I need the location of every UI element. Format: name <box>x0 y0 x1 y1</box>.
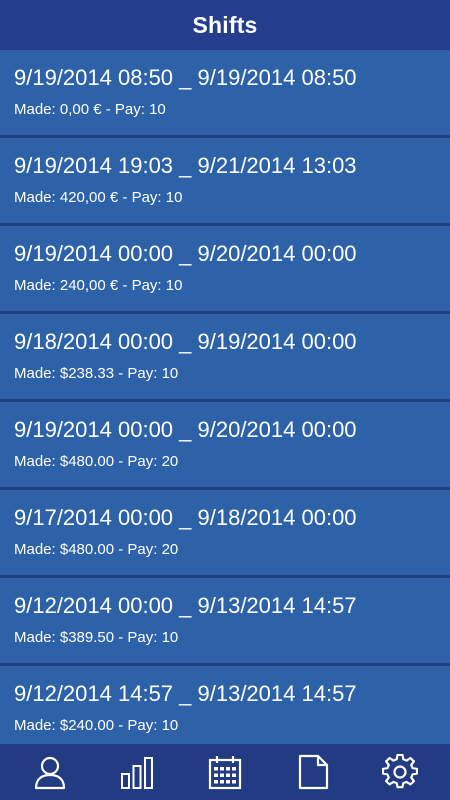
shift-earnings: Made: $240.00 - Pay: 10 <box>14 717 179 734</box>
page-title: Shifts <box>192 11 258 38</box>
shift-item[interactable]: 9/19/2014 08:50 _ 9/19/2014 08:50 Made: … <box>0 50 450 138</box>
shift-item[interactable]: 9/19/2014 19:03 _ 9/21/2014 13:03 Made: … <box>0 138 450 226</box>
document-icon <box>298 754 328 790</box>
shift-date-range: 9/19/2014 19:03 _ 9/21/2014 13:03 <box>14 153 357 178</box>
gear-icon <box>382 754 419 789</box>
shift-earnings: Made: 420,00 € - Pay: 10 <box>14 189 183 206</box>
shift-earnings: Made: $389.50 - Pay: 10 <box>14 629 179 646</box>
shift-date-range: 9/19/2014 08:50 _ 9/19/2014 08:50 <box>14 65 357 90</box>
shift-item[interactable]: 9/19/2014 00:00 _ 9/20/2014 00:00 Made: … <box>0 226 450 314</box>
person-icon <box>34 756 65 790</box>
shift-earnings: Made: $238.33 - Pay: 10 <box>14 365 179 382</box>
bar-chart-icon <box>121 757 154 789</box>
shift-item[interactable]: 9/12/2014 14:57 _ 9/13/2014 14:57 Made: … <box>0 666 450 744</box>
shift-date-range: 9/19/2014 00:00 _ 9/20/2014 00:00 <box>14 241 357 266</box>
shift-earnings: Made: 240,00 € - Pay: 10 <box>14 277 183 294</box>
shift-earnings: Made: $480.00 - Pay: 20 <box>14 541 179 558</box>
tab-reports[interactable] <box>283 744 343 800</box>
tab-profile[interactable] <box>20 744 80 800</box>
shift-item[interactable]: 9/17/2014 00:00 _ 9/18/2014 00:00 Made: … <box>0 490 450 578</box>
shift-item[interactable]: 9/18/2014 00:00 _ 9/19/2014 00:00 Made: … <box>0 314 450 402</box>
tab-statistics[interactable] <box>107 744 167 800</box>
shift-date-range: 9/18/2014 00:00 _ 9/19/2014 00:00 <box>14 329 357 354</box>
header-bar: Shifts <box>0 0 450 50</box>
shift-date-range: 9/12/2014 14:57 _ 9/13/2014 14:57 <box>14 681 357 706</box>
shift-item[interactable]: 9/12/2014 00:00 _ 9/13/2014 14:57 Made: … <box>0 578 450 666</box>
shift-item[interactable]: 9/19/2014 00:00 _ 9/20/2014 00:00 Made: … <box>0 402 450 490</box>
calendar-icon <box>208 756 242 790</box>
shift-list[interactable]: 9/19/2014 08:50 _ 9/19/2014 08:50 Made: … <box>0 50 450 744</box>
shift-earnings: Made: 0,00 € - Pay: 10 <box>14 101 166 118</box>
shift-earnings: Made: $480.00 - Pay: 20 <box>14 453 179 470</box>
tab-settings[interactable] <box>370 744 430 800</box>
tab-calendar[interactable] <box>195 744 255 800</box>
shift-date-range: 9/17/2014 00:00 _ 9/18/2014 00:00 <box>14 505 357 530</box>
shift-date-range: 9/19/2014 00:00 _ 9/20/2014 00:00 <box>14 417 357 442</box>
shift-date-range: 9/12/2014 00:00 _ 9/13/2014 14:57 <box>14 593 357 618</box>
app-root: Shifts 9/19/2014 08:50 _ 9/19/2014 08:50… <box>0 0 450 800</box>
bottom-tab-bar <box>0 744 450 800</box>
